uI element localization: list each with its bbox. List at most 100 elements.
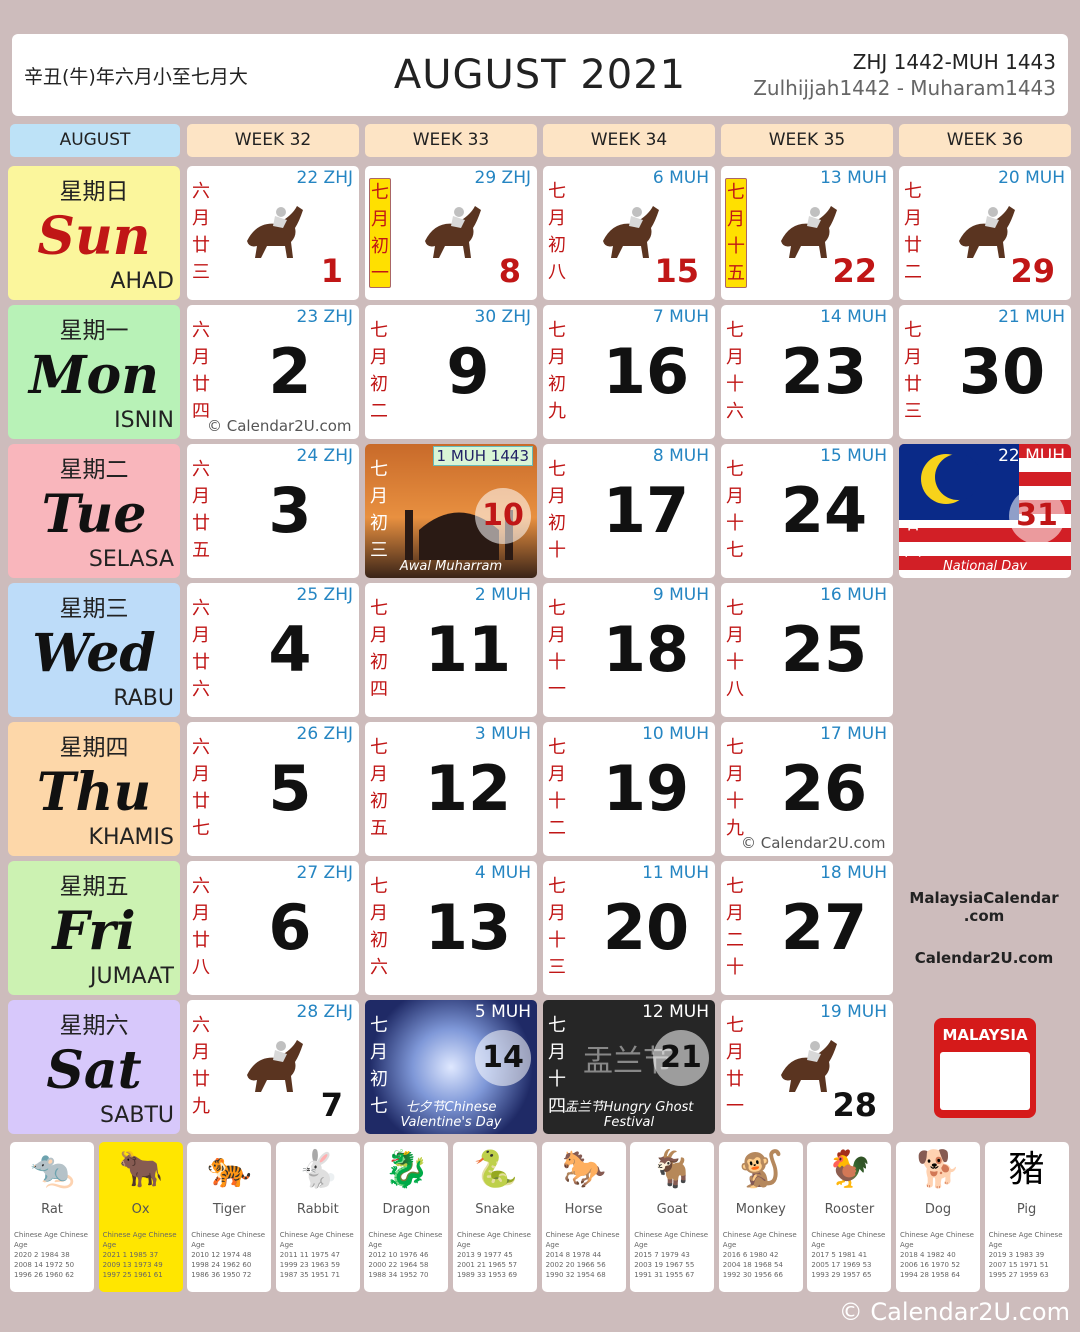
date-number: 14: [475, 1030, 531, 1086]
hijri-date: 14 MUH: [820, 307, 887, 327]
day-name-malay: SELASA: [88, 547, 174, 572]
zodiac-age-table: Chinese Age Chinese Age 2013 9 1977 45 200…: [457, 1231, 531, 1279]
date-cell-16[interactable]: 七月初九 7 MUH 16: [543, 305, 715, 439]
horse-icon: 🐎: [561, 1149, 607, 1190]
day-name-english: Thu: [36, 762, 152, 823]
date-cell-4[interactable]: 六月廿六 25 ZHJ 4: [187, 583, 359, 717]
date-cell-24[interactable]: 七月十七 15 MUH 24: [721, 444, 893, 578]
hijri-date: 10 MUH: [642, 724, 709, 744]
zodiac-monkey: 🐒 Monkey Chinese Age Chinese Age 2016 6 198…: [718, 1142, 803, 1292]
date-cell-3[interactable]: 六月廿五 24 ZHJ 3: [187, 444, 359, 578]
date-cell-21[interactable]: 七月十四 12 MUH 盂兰节 21 盂兰节Hungry Ghost Festival: [543, 1000, 715, 1134]
hijri-date: 27 ZHJ: [296, 863, 353, 883]
lunar-date: 七月初二: [370, 320, 388, 422]
holiday-label: Awal Muharram: [399, 559, 503, 574]
date-cell-12[interactable]: 七月初五 3 MUH 12: [365, 722, 537, 856]
date-cell-20[interactable]: 七月十三 11 MUH 20: [543, 861, 715, 995]
lunar-date: 七月二十: [726, 876, 744, 978]
date-number: 8: [498, 252, 521, 290]
lunar-date: 七月初四: [370, 598, 388, 700]
zodiac-age-table: Chinese Age Chinese Age 2011 11 1975 47 19…: [279, 1231, 354, 1279]
date-cell-19[interactable]: 七月十二 10 MUH 19: [543, 722, 715, 856]
date-cell-10[interactable]: 七月初三 1 MUH 1443 10 Awal Muharram: [365, 444, 537, 578]
lunar-date: 六月廿七: [192, 737, 210, 839]
date-number: 3: [268, 474, 312, 547]
date-cell-8[interactable]: 七月初一 29 ZHJ 8: [365, 166, 537, 300]
date-cell-29[interactable]: 七月廿二 20 MUH 29: [899, 166, 1071, 300]
date-number: 29: [1010, 252, 1055, 290]
date-number: 31: [1009, 488, 1065, 544]
hijri-date: 29 ZHJ: [474, 168, 531, 188]
zodiac-name: Rabbit: [296, 1202, 339, 1217]
date-cell-7[interactable]: 六月廿九 28 ZHJ 7: [187, 1000, 359, 1134]
hijri-date: 11 MUH: [642, 863, 709, 883]
date-number: 5: [268, 752, 312, 825]
malaysia-calendar-badge: MALAYSIA: [934, 1018, 1036, 1118]
hijri-date: 9 MUH: [652, 585, 709, 605]
date-number: 19: [602, 752, 690, 825]
date-cell-5[interactable]: 六月廿七 26 ZHJ 5: [187, 722, 359, 856]
date-cell-26[interactable]: 七月十九 17 MUH 26 © Calendar2U.com: [721, 722, 893, 856]
date-cell-17[interactable]: 七月初十 8 MUH 17: [543, 444, 715, 578]
date-cell-30[interactable]: 七月廿三 21 MUH 30: [899, 305, 1071, 439]
date-number: 15: [654, 252, 699, 290]
date-cell-6[interactable]: 六月廿八 27 ZHJ 6: [187, 861, 359, 995]
date-cell-31[interactable]: 七月廿四22 MUH31National Day: [899, 444, 1071, 578]
lunar-date: 六月廿五: [192, 459, 210, 561]
date-cell-25[interactable]: 七月十八 16 MUH 25: [721, 583, 893, 717]
zodiac-name: Dragon: [382, 1202, 431, 1217]
date-cell-18[interactable]: 七月十一 9 MUH 18: [543, 583, 715, 717]
date-cell-27[interactable]: 七月二十 18 MUH 27: [721, 861, 893, 995]
zodiac-name: Ox: [131, 1202, 150, 1217]
lunar-date: 七月十九: [726, 737, 744, 839]
date-cell-1[interactable]: 六月廿三 22 ZHJ 1: [187, 166, 359, 300]
hijri-date: 28 ZHJ: [296, 1002, 353, 1022]
day-name-chinese: 星期日: [59, 179, 129, 205]
hijri-date: 15 MUH: [820, 446, 887, 466]
hijri-date: 3 MUH: [474, 724, 531, 744]
lunar-date: 六月廿三: [192, 181, 210, 283]
dog-icon: 🐕: [916, 1149, 961, 1190]
zodiac-name: Goat: [656, 1202, 688, 1217]
lunar-date: 七月十七: [726, 459, 744, 561]
date-cell-2[interactable]: 六月廿四 23 ZHJ 2 © Calendar2U.com: [187, 305, 359, 439]
date-number: 21: [653, 1030, 709, 1086]
day-name-english: Fri: [52, 901, 136, 962]
snake-icon: 🐍: [473, 1149, 518, 1190]
date-number: 1: [320, 252, 343, 290]
day-name-chinese: 星期二: [59, 457, 129, 483]
date-cell-15[interactable]: 七月初八 6 MUH 15: [543, 166, 715, 300]
date-cell-28[interactable]: 七月廿一 19 MUH 28: [721, 1000, 893, 1134]
date-cell-14[interactable]: 七月初七5 MUH 14 七夕节Chinese Valentine's Day: [365, 1000, 537, 1134]
lunar-date: 六月廿六: [192, 598, 210, 700]
date-number: 9: [446, 335, 490, 408]
day-name-english: Sun: [37, 206, 151, 267]
day-name-chinese: 星期四: [59, 735, 129, 761]
zodiac-rooster: 🐓 Rooster Chinese Age Chinese Age 2017 5 19…: [807, 1142, 892, 1292]
hijri-date: 23 ZHJ: [296, 307, 353, 327]
date-cell-11[interactable]: 七月初四 2 MUH 11: [365, 583, 537, 717]
pig-icon: 豬: [1008, 1149, 1045, 1190]
date-cell-22[interactable]: 七月十五 13 MUH 22: [721, 166, 893, 300]
date-number: 25: [780, 613, 868, 686]
monkey-icon: 🐒: [738, 1149, 784, 1190]
lunar-date: 六月廿八: [192, 876, 210, 978]
hijri-date: 18 MUH: [820, 863, 887, 883]
zodiac-rabbit: 🐇 Rabbit Chinese Age Chinese Age 2011 11 19…: [275, 1142, 360, 1292]
date-number: 11: [424, 613, 512, 686]
zodiac-dragon: 🐉 Dragon Chinese Age Chinese Age 2012 10 19…: [364, 1142, 449, 1292]
hijri-date: 19 MUH: [820, 1002, 887, 1022]
zodiac-ox: 🐂 Ox Chinese Age Chinese Age 2021 1 1985 37…: [98, 1142, 183, 1292]
day-name-english: Tue: [41, 484, 147, 545]
day-label-mon: 星期一 Mon ISNIN: [8, 305, 180, 439]
date-cell-23[interactable]: 七月十六 14 MUH 23: [721, 305, 893, 439]
hijri-date: 20 MUH: [998, 168, 1065, 188]
dragon-icon: 🐉: [384, 1149, 430, 1190]
hijri-date: 26 ZHJ: [296, 724, 353, 744]
date-cell-13[interactable]: 七月初六 4 MUH 13: [365, 861, 537, 995]
lunar-date: 七月廿三: [904, 320, 922, 422]
date-number: 13: [424, 891, 512, 964]
lunar-date: 七月十六: [726, 320, 744, 422]
date-cell-9[interactable]: 七月初二 30 ZHJ 9: [365, 305, 537, 439]
lunar-date: 七月初十: [548, 459, 566, 561]
